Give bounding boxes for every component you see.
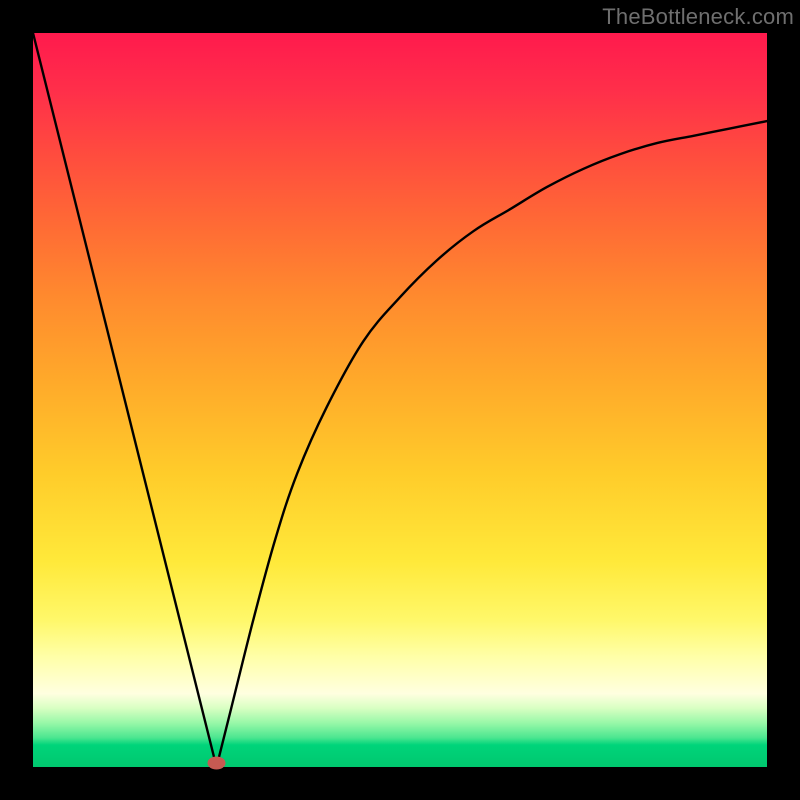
- curve-layer: [33, 33, 767, 767]
- bottleneck-curve: [33, 33, 767, 767]
- watermark-text: TheBottleneck.com: [602, 4, 794, 30]
- optimal-point-marker: [208, 757, 226, 770]
- chart-frame: TheBottleneck.com: [0, 0, 800, 800]
- plot-area: [33, 33, 767, 767]
